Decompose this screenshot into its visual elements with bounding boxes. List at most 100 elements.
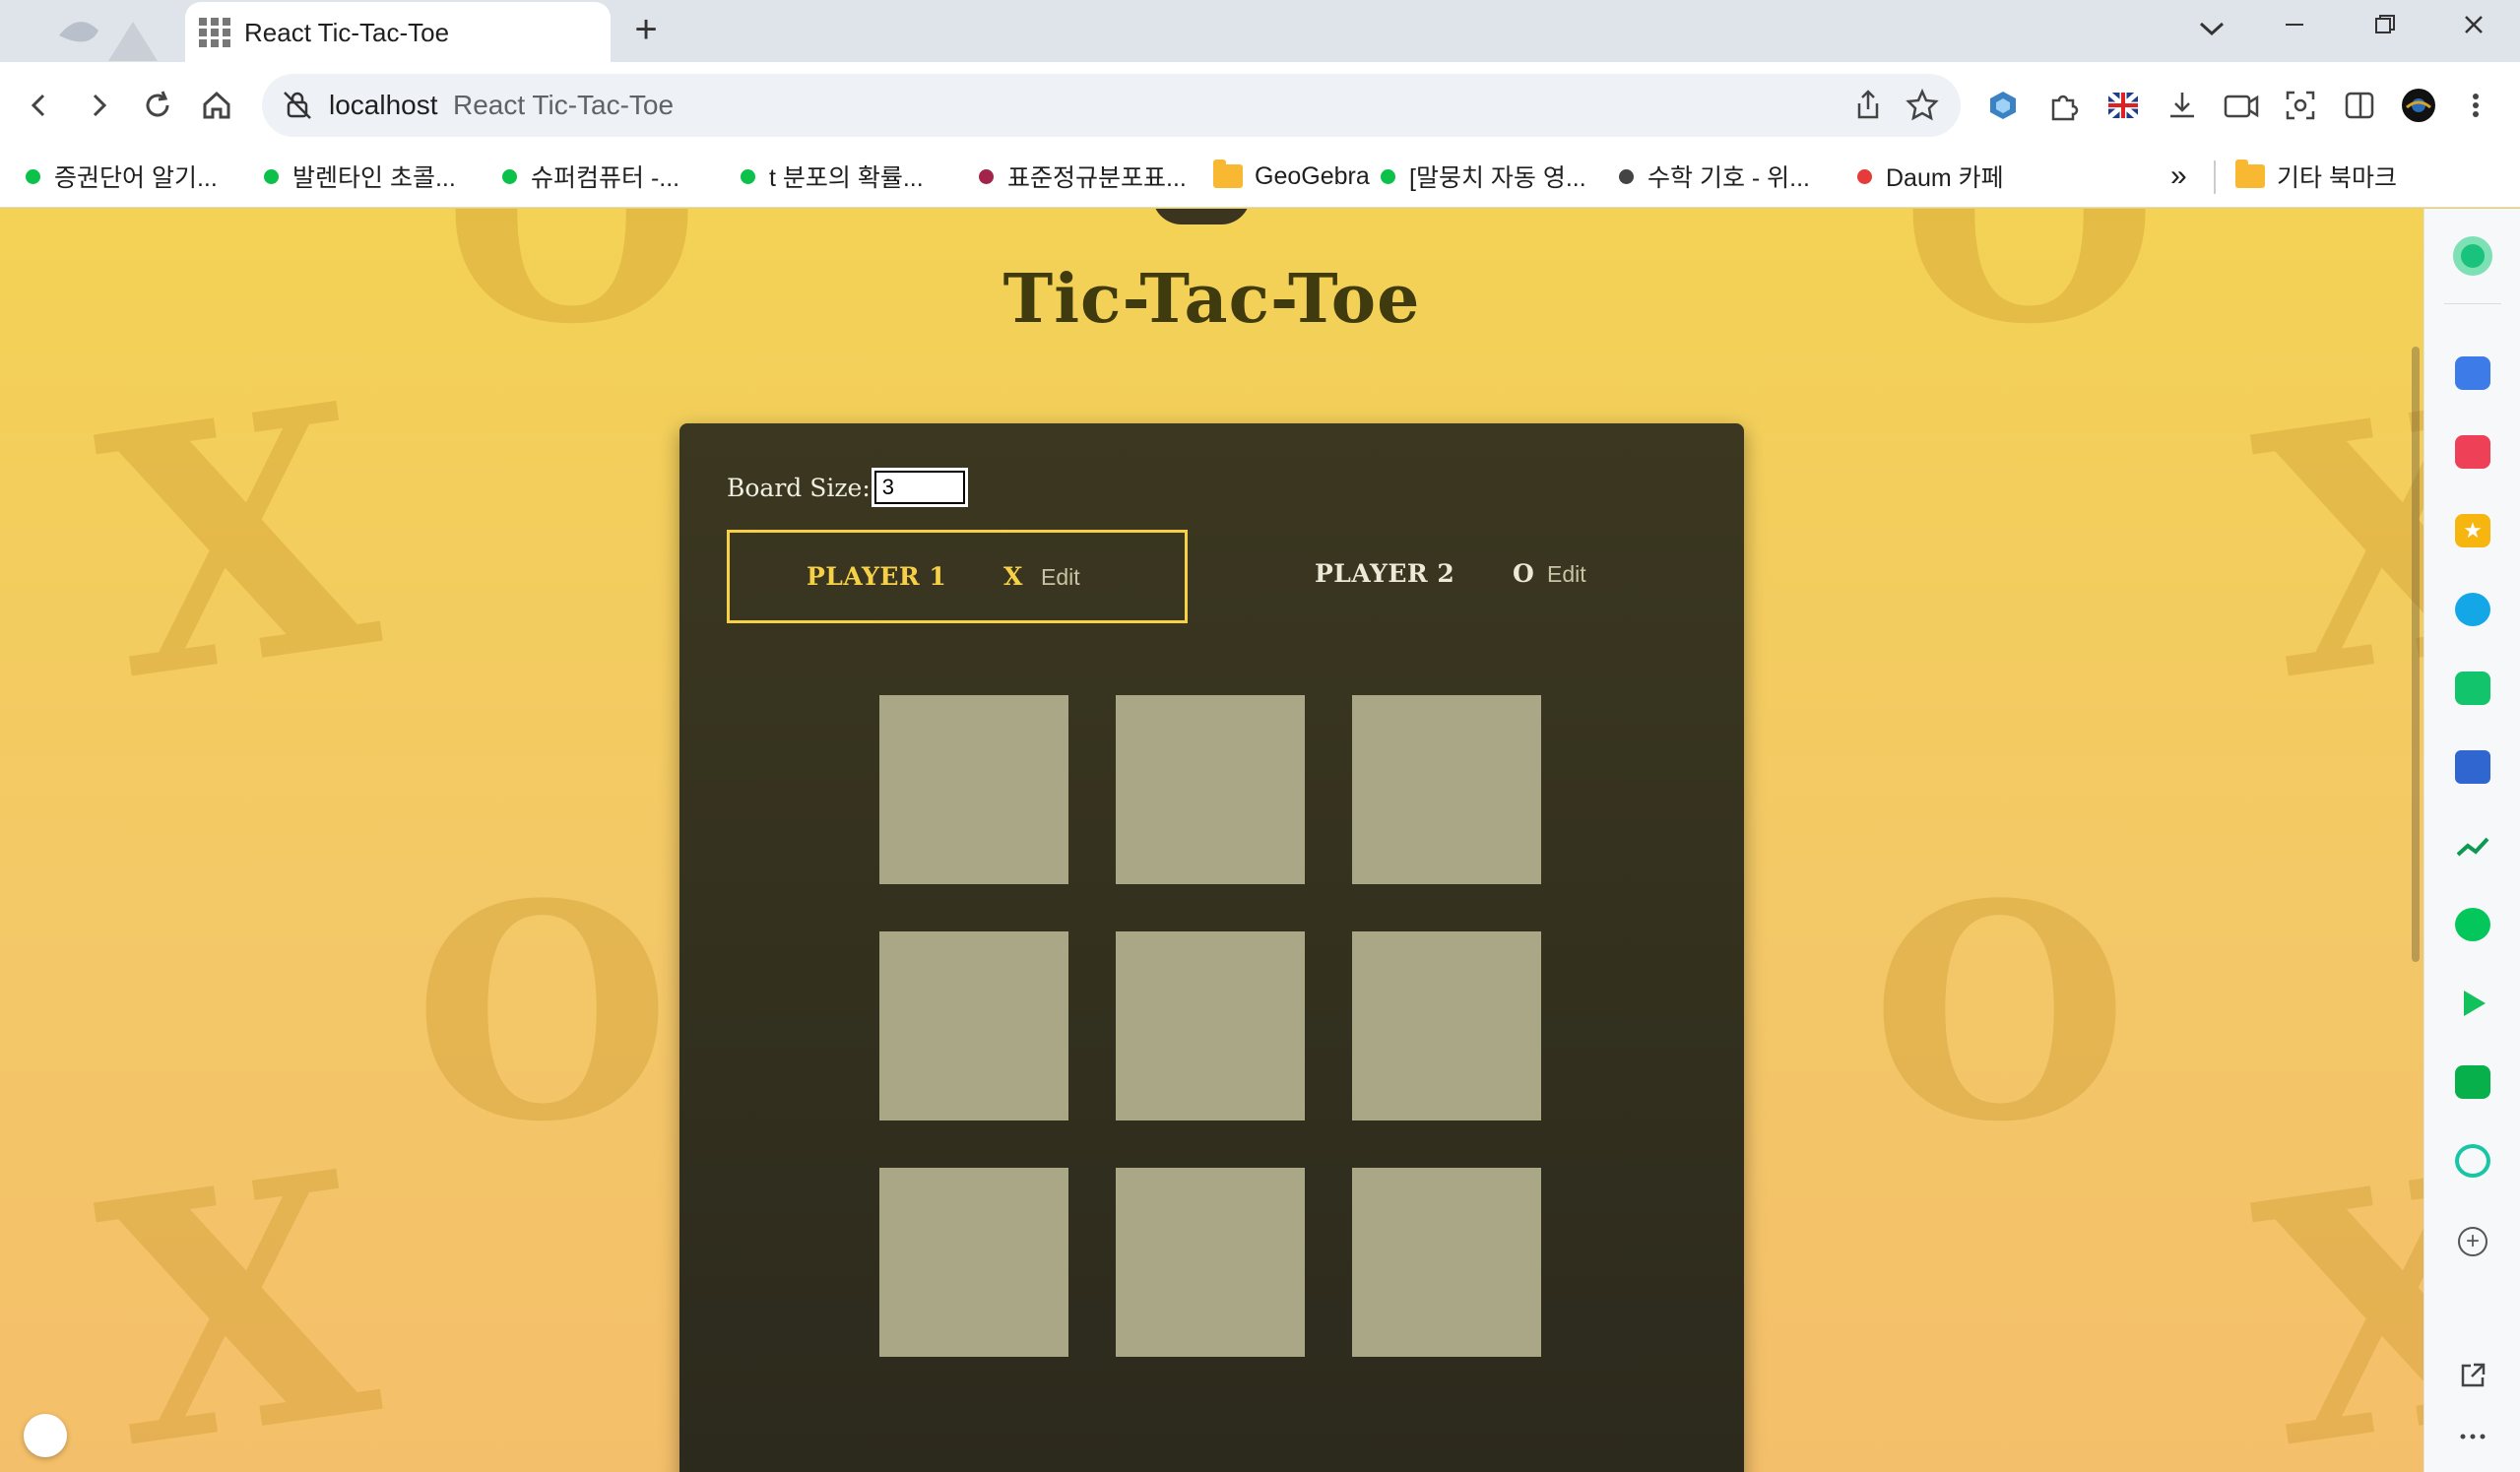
tab-title: React Tic-Tac-Toe (244, 18, 450, 47)
minimize-icon[interactable] (2265, 10, 2324, 49)
bookmark-favicon-icon (1857, 168, 1872, 184)
bookmark-favicon-icon (502, 168, 517, 184)
board-cell[interactable] (879, 1168, 1068, 1357)
download-icon[interactable] (2163, 86, 2202, 125)
forward-icon[interactable] (75, 82, 122, 129)
player-1-card: PLAYER 1 X Edit (727, 530, 1188, 623)
pocket-icon[interactable] (2455, 435, 2490, 469)
side-panel-icon[interactable] (2340, 86, 2379, 125)
bookmark-item[interactable]: 표준정규분포표... (979, 157, 1187, 196)
board-size-input[interactable] (871, 468, 968, 507)
background-x-mark: X (2238, 330, 2423, 756)
restore-icon[interactable] (2356, 10, 2415, 49)
share-icon[interactable] (1851, 88, 1885, 128)
folder-icon (1213, 160, 1243, 188)
active-tab[interactable]: React Tic-Tac-Toe (185, 2, 611, 62)
sidebar-divider (2444, 303, 2501, 304)
bookmark-favicon-icon (264, 168, 279, 184)
game-board (879, 695, 1543, 1359)
board-cell[interactable] (1116, 931, 1305, 1120)
favorites-star-icon[interactable]: ★ (2455, 514, 2490, 547)
bookmarks-bar: 증권단어 알기... 발렌타인 초콜... 슈퍼컴퓨터 -... t 분포의 확… (0, 149, 2520, 208)
screenshot-icon[interactable] (2281, 86, 2320, 125)
board-cell[interactable] (1116, 1168, 1305, 1357)
folder-icon (2235, 160, 2265, 188)
background-o-mark: O (414, 839, 672, 1186)
bookmark-favicon-icon (741, 168, 755, 184)
board-cell[interactable] (879, 931, 1068, 1120)
edit-player-button[interactable]: Edit (1547, 561, 1586, 588)
add-sidebar-app-icon[interactable]: + (2458, 1227, 2488, 1256)
translate-icon[interactable] (2455, 750, 2490, 784)
naver-n-icon[interactable] (2455, 908, 2490, 941)
board-size-control: Board Size: (727, 468, 968, 507)
url-host: localhost (329, 90, 438, 120)
home-icon[interactable] (193, 82, 240, 129)
browser-tab-bar: React Tic-Tac-Toe + (0, 0, 2520, 62)
close-window-icon[interactable] (2444, 10, 2503, 49)
profile-theme-icon (20, 6, 167, 61)
board-cell[interactable] (879, 695, 1068, 884)
bookmark-folder[interactable]: GeoGebra (1213, 157, 1370, 196)
more-menu-icon[interactable] (2456, 86, 2495, 125)
right-sidebar: ★ + (2423, 209, 2520, 1472)
board-size-label: Board Size: (727, 473, 871, 502)
bookmark-star-icon[interactable] (1905, 88, 1940, 128)
board-cell[interactable] (1116, 695, 1305, 884)
bookmark-item[interactable]: 수학 기호 - 위... (1619, 157, 1810, 196)
extension-cube-icon[interactable] (1983, 86, 2023, 125)
briefcase-icon[interactable] (2455, 356, 2490, 390)
board-cell[interactable] (1352, 695, 1541, 884)
bookmark-favicon-icon (979, 168, 994, 184)
video-camera-icon[interactable] (2222, 86, 2261, 125)
address-bar[interactable]: localhost React Tic-Tac-Toe (262, 74, 1961, 137)
floating-circle-button[interactable] (24, 1414, 67, 1457)
background-x-mark: X (82, 330, 395, 756)
game-panel: Board Size: PLAYER 1 X Edit PLAYER 2 O E… (679, 423, 1744, 1472)
not-secure-icon[interactable] (280, 88, 315, 123)
other-bookmarks-folder[interactable]: 기타 북마크 (2235, 157, 2397, 196)
naver-blog-icon[interactable] (2455, 1065, 2490, 1099)
more-bookmarks-button[interactable]: » (2170, 157, 2187, 196)
player-name: PLAYER 1 (807, 562, 947, 591)
bookmark-item[interactable]: [말뭉치 자동 영... (1381, 157, 1586, 196)
url-page-title: React Tic-Tac-Toe (453, 90, 675, 120)
extensions-puzzle-icon[interactable] (2044, 86, 2084, 125)
bookmark-item[interactable]: t 분포의 확률... (741, 157, 924, 196)
open-external-icon[interactable] (2458, 1361, 2488, 1390)
bookmark-item[interactable]: Daum 카페 (1857, 157, 2004, 196)
edit-player-button[interactable]: Edit (1041, 564, 1080, 591)
reload-icon[interactable] (134, 82, 181, 129)
player-symbol: O (1513, 559, 1534, 588)
bookmark-item[interactable]: 발렌타인 초콜... (264, 157, 456, 196)
sidebar-more-icon[interactable] (2458, 1430, 2488, 1441)
bookmark-favicon-icon (1381, 168, 1395, 184)
background-x-mark: X (2238, 1098, 2423, 1472)
media-play-icon[interactable] (2455, 1144, 2490, 1178)
webtoon-icon[interactable] (2455, 672, 2490, 705)
board-cell[interactable] (1352, 931, 1541, 1120)
browser-e-icon[interactable] (2455, 593, 2490, 626)
bookmark-favicon-icon (26, 168, 40, 184)
profile-avatar[interactable] (2399, 86, 2438, 125)
new-tab-button[interactable]: + (626, 10, 666, 49)
browser-toolbar: localhost React Tic-Tac-Toe (0, 62, 2520, 149)
page-viewport: X O X O X X O O Tic-Tac-Toe Board Size: … (0, 209, 2423, 1472)
background-x-mark: X (82, 1098, 395, 1472)
uk-flag-icon[interactable] (2103, 86, 2143, 125)
background-o-mark: O (1871, 839, 2129, 1186)
bookmark-item[interactable]: 증권단어 알기... (26, 157, 218, 196)
page-scrollbar[interactable] (2412, 347, 2420, 962)
bookmarks-divider (2214, 160, 2216, 194)
tab-search-icon[interactable] (2182, 10, 2241, 49)
player-name: PLAYER 2 (1315, 559, 1455, 588)
play-icon[interactable] (2455, 987, 2490, 1020)
board-cell[interactable] (1352, 1168, 1541, 1357)
copilot-icon[interactable] (2453, 236, 2492, 276)
game-logo (1152, 209, 1251, 224)
bookmark-favicon-icon (1619, 168, 1634, 184)
bookmark-item[interactable]: 슈퍼컴퓨터 -... (502, 157, 679, 196)
back-icon[interactable] (16, 82, 63, 129)
stocks-chart-icon[interactable] (2455, 829, 2490, 863)
player-2-card: PLAYER 2 O Edit (1235, 530, 1696, 623)
